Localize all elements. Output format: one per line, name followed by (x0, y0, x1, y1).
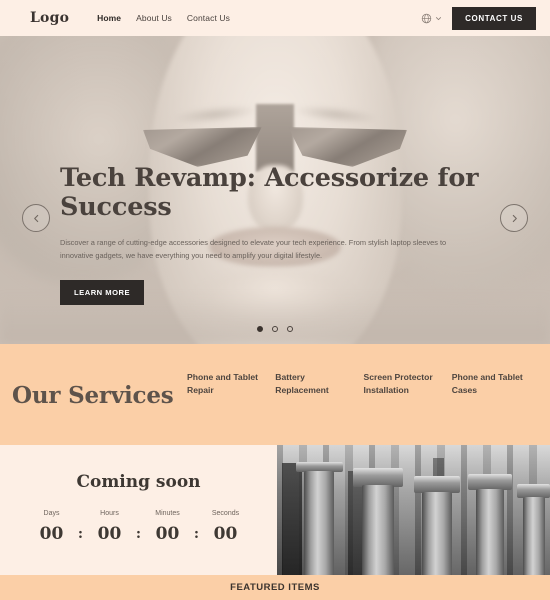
countdown-panel: Coming soon Days Hours Minutes Seconds 0… (0, 445, 277, 575)
main-navigation: Home About Us Contact Us (97, 13, 230, 23)
site-header: Logo Home About Us Contact Us CONTACT US (0, 0, 550, 36)
countdown-label-days: Days (43, 510, 60, 517)
nav-link-about-us[interactable]: About Us (136, 13, 172, 23)
nav-link-home[interactable]: Home (97, 13, 121, 23)
nav-link-contact-us[interactable]: Contact Us (187, 13, 230, 23)
countdown-separator: : (193, 526, 200, 542)
service-item-battery-replacement[interactable]: Battery Replacement (275, 371, 363, 398)
countdown-value-days: 00 (39, 524, 64, 544)
countdown-separator: : (77, 526, 84, 542)
countdown-value-seconds: 00 (213, 524, 238, 544)
carousel-dot-2[interactable] (272, 326, 278, 332)
hero-carousel: Tech Revamp: Accessorize for Success Dis… (0, 36, 550, 344)
carousel-dots (0, 326, 550, 332)
carousel-dot-1[interactable] (257, 326, 263, 332)
coming-soon-title: Coming soon (76, 472, 201, 492)
services-title: Our Services (12, 382, 174, 409)
service-item-screen-protector-installation[interactable]: Screen Protector Installation (364, 371, 452, 398)
countdown-label-seconds: Seconds (211, 510, 240, 517)
contact-us-button[interactable]: CONTACT US (452, 6, 536, 30)
chevron-right-icon (512, 214, 517, 222)
coming-soon-section: Coming soon Days Hours Minutes Seconds 0… (0, 445, 550, 575)
countdown-label-hours: Hours (100, 510, 119, 517)
countdown-value-hours: 00 (97, 524, 122, 544)
countdown-value-minutes: 00 (155, 524, 180, 544)
globe-icon (421, 13, 432, 23)
countdown-label-minutes: Minutes (155, 510, 180, 517)
hero-title: Tech Revamp: Accessorize for Success (60, 163, 479, 222)
header-actions: CONTACT US (421, 6, 536, 30)
services-list: Phone and Tablet Repair Battery Replacem… (187, 368, 540, 398)
carousel-prev-button[interactable] (22, 204, 50, 232)
featured-items-title: FEATURED ITEMS (230, 582, 320, 593)
coming-soon-image (277, 445, 550, 575)
featured-items-section: FEATURED ITEMS (0, 575, 550, 600)
learn-more-button[interactable]: LEARN MORE (60, 280, 145, 305)
countdown-values: 00 : 00 : 00 : 00 (30, 524, 248, 544)
chevron-down-icon (436, 16, 442, 20)
hero-description: Discover a range of cutting-edge accesso… (60, 238, 447, 261)
service-item-phone-and-tablet-repair[interactable]: Phone and Tablet Repair (187, 371, 275, 398)
service-item-phone-and-tablet-cases[interactable]: Phone and Tablet Cases (452, 371, 540, 398)
chevron-left-icon (33, 214, 38, 222)
carousel-next-button[interactable] (500, 204, 528, 232)
countdown-labels: Days Hours Minutes Seconds (30, 510, 248, 517)
language-selector[interactable] (421, 13, 442, 24)
logo[interactable]: Logo (30, 10, 69, 26)
page-root: Logo Home About Us Contact Us CONTACT US (0, 0, 550, 600)
countdown-separator: : (135, 526, 142, 542)
services-section: Our Services Phone and Tablet Repair Bat… (0, 344, 550, 445)
hero-content: Tech Revamp: Accessorize for Success Dis… (60, 164, 490, 305)
carousel-dot-3[interactable] (287, 326, 293, 332)
